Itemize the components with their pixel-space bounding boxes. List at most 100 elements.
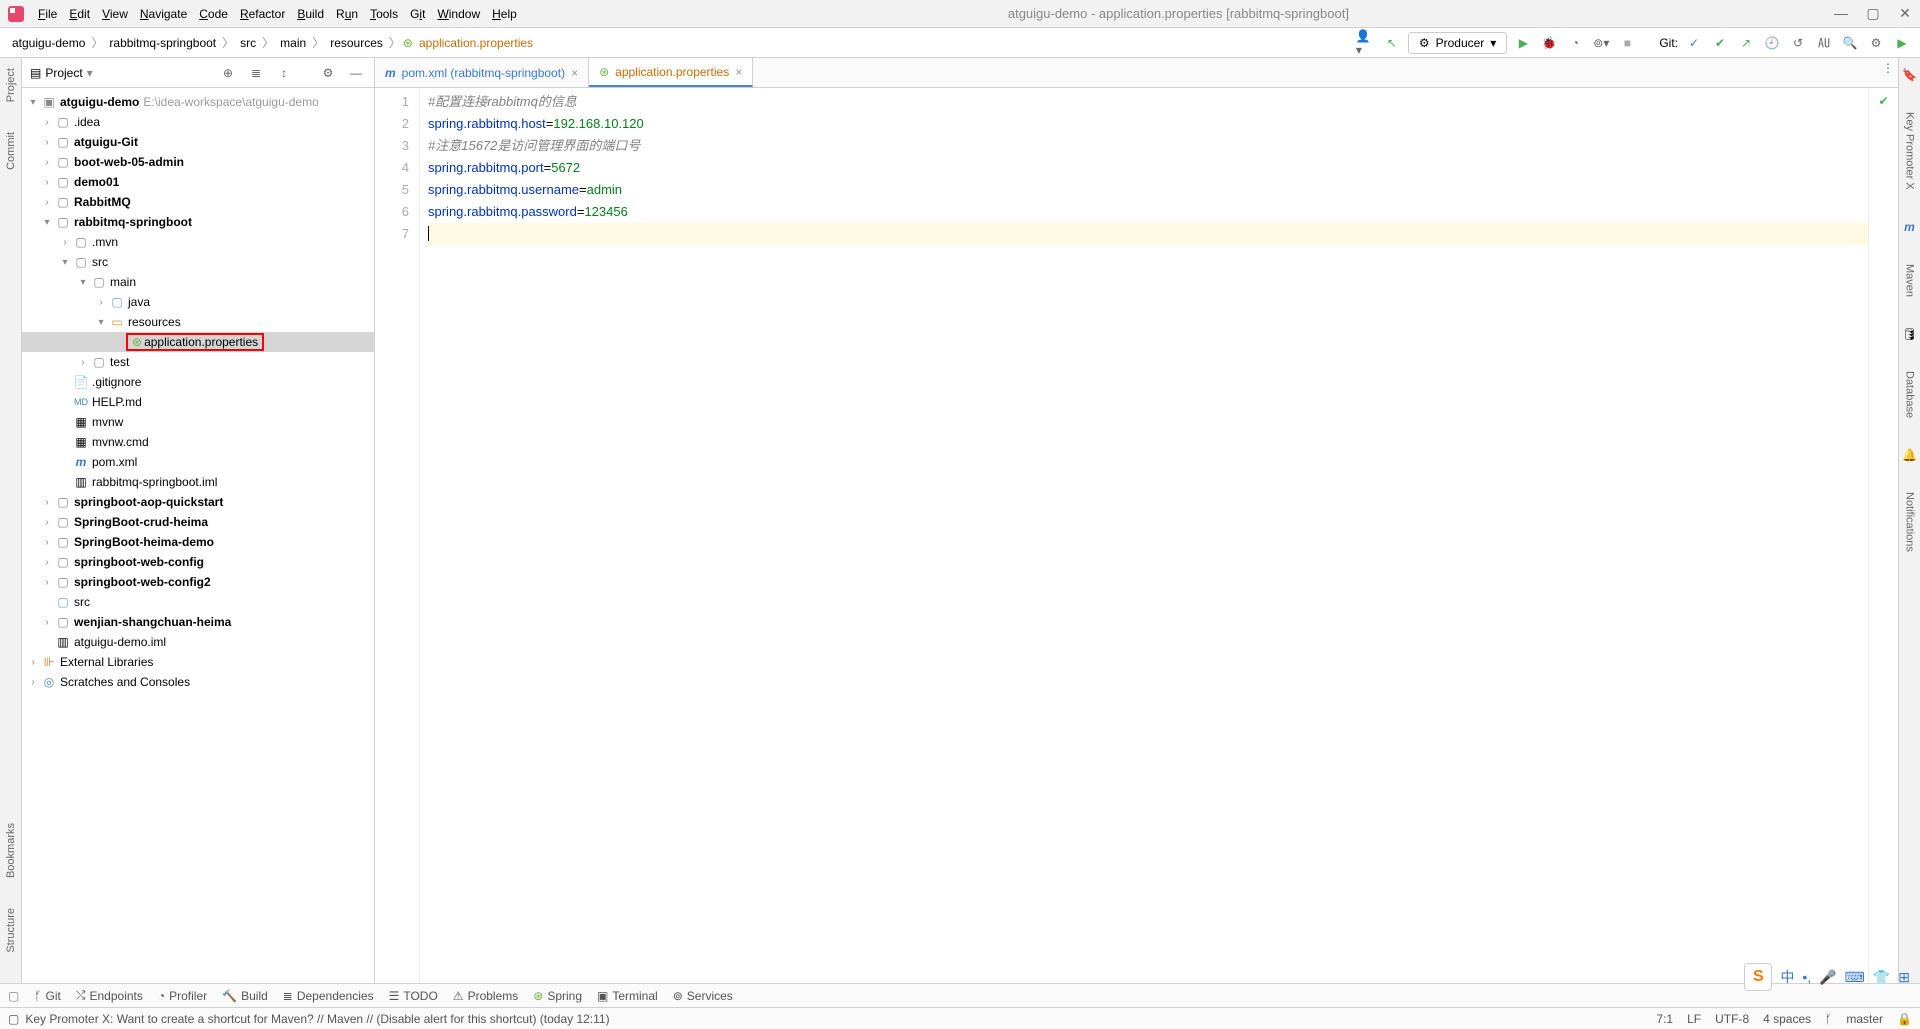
gear-icon[interactable]: ⚙ xyxy=(318,63,338,83)
sogou-icon[interactable]: S xyxy=(1744,963,1772,991)
close-icon[interactable]: × xyxy=(571,66,578,80)
crumb-main[interactable]: main xyxy=(276,36,310,50)
crumb-src[interactable]: src xyxy=(236,36,260,50)
bb-todo[interactable]: ☰TODO xyxy=(389,989,438,1003)
tab-more-icon[interactable]: ⋮ xyxy=(1878,58,1898,78)
profile-icon[interactable]: ⊚▾ xyxy=(1591,33,1611,53)
collapse-icon[interactable]: ↕ xyxy=(274,63,294,83)
tree-gitignore[interactable]: 📄.gitignore xyxy=(22,372,374,392)
tray-grid-icon[interactable]: ⊞ xyxy=(1898,969,1910,986)
maven-icon[interactable]: m xyxy=(1904,220,1915,234)
rail-notifications[interactable]: Notifications xyxy=(1904,492,1916,552)
close-button[interactable]: ✕ xyxy=(1898,5,1912,22)
menu-code[interactable]: Code xyxy=(193,7,234,21)
tree-webconfig2[interactable]: ›▢springboot-web-config2 xyxy=(22,572,374,592)
bookmark-icon[interactable]: 🔖 xyxy=(1902,68,1917,82)
bb-deps[interactable]: ≣Dependencies xyxy=(283,989,374,1003)
bell-icon[interactable]: 🔔 xyxy=(1902,448,1917,462)
status-indent[interactable]: 4 spaces xyxy=(1763,1012,1811,1026)
tree-mvnw[interactable]: ▦mvnw xyxy=(22,412,374,432)
tree-webconfig[interactable]: ›▢springboot-web-config xyxy=(22,552,374,572)
tree-aop[interactable]: ›▢springboot-aop-quickstart xyxy=(22,492,374,512)
status-branch[interactable]: master xyxy=(1846,1012,1883,1026)
crumb-module[interactable]: rabbitmq-springboot xyxy=(105,36,220,50)
tab-app-props[interactable]: ⊛application.properties× xyxy=(589,58,753,87)
lock-icon[interactable]: 🔒 xyxy=(1897,1012,1912,1026)
editor[interactable]: 1234567 #配置连接rabbitmq的信息 spring.rabbitmq… xyxy=(375,88,1898,983)
menu-edit[interactable]: Edit xyxy=(63,7,96,21)
bb-problems[interactable]: ⚠Problems xyxy=(453,989,518,1003)
bb-build[interactable]: 🔨Build xyxy=(222,989,268,1003)
tree-idea[interactable]: ›▢.idea xyxy=(22,112,374,132)
tree-demo01[interactable]: ›▢demo01 xyxy=(22,172,374,192)
tree-atguigu-git[interactable]: ›▢atguigu-Git xyxy=(22,132,374,152)
rail-project[interactable]: Project xyxy=(5,68,17,102)
hide-icon[interactable]: — xyxy=(346,63,366,83)
menu-tools[interactable]: Tools xyxy=(364,7,404,21)
git-history-icon[interactable]: 🕘 xyxy=(1762,33,1782,53)
rail-structure[interactable]: Structure xyxy=(5,908,17,953)
bb-services[interactable]: ⊚Services xyxy=(673,989,733,1003)
crumb-project[interactable]: atguigu-demo xyxy=(8,36,89,50)
git-commit-icon[interactable]: ✔ xyxy=(1710,33,1730,53)
tree-wenjian[interactable]: ›▢wenjian-shangchuan-heima xyxy=(22,612,374,632)
tree-rabbitmq-mod[interactable]: ›▢RabbitMQ xyxy=(22,192,374,212)
search-icon[interactable]: 🔍 xyxy=(1840,33,1860,53)
tree-resources[interactable]: ▾▭resources xyxy=(22,312,374,332)
tree-app-props[interactable]: ⊛ application.properties xyxy=(22,332,374,352)
menu-refactor[interactable]: Refactor xyxy=(234,7,291,21)
git-update-icon[interactable]: ✓ xyxy=(1684,33,1704,53)
status-icon[interactable]: ▢ xyxy=(8,1012,19,1026)
maximize-button[interactable]: ▢ xyxy=(1866,5,1880,22)
crumb-resources[interactable]: resources xyxy=(326,36,387,50)
target-icon[interactable]: ⊕ xyxy=(218,63,238,83)
tree-ext-lib[interactable]: ›⊪External Libraries xyxy=(22,652,374,672)
git-push-icon[interactable]: ↗ xyxy=(1736,33,1756,53)
settings-icon[interactable]: ⚙ xyxy=(1866,33,1886,53)
menu-file[interactable]: File xyxy=(32,7,63,21)
tree-java[interactable]: ›▢java xyxy=(22,292,374,312)
tree-src[interactable]: ▾▢src xyxy=(22,252,374,272)
tree-mvnwcmd[interactable]: ▦mvnw.cmd xyxy=(22,432,374,452)
tray-cn-icon[interactable]: 中 xyxy=(1780,967,1794,987)
minimize-button[interactable]: — xyxy=(1834,5,1848,22)
tree-rabbitmq-sb[interactable]: ▾▢rabbitmq-springboot xyxy=(22,212,374,232)
bb-profiler[interactable]: ◔Profiler xyxy=(158,989,207,1003)
status-enc[interactable]: UTF-8 xyxy=(1715,1012,1749,1026)
tree-scratch[interactable]: ›◎Scratches and Consoles xyxy=(22,672,374,692)
rail-bookmarks[interactable]: Bookmarks xyxy=(5,823,17,878)
rail-keypromoter[interactable]: Key Promoter X xyxy=(1904,112,1916,190)
database-icon[interactable]: 🛢 xyxy=(1902,327,1917,341)
rail-commit[interactable]: Commit xyxy=(5,132,17,170)
stop-icon[interactable]: ■ xyxy=(1617,33,1637,53)
tree-test[interactable]: ›▢test xyxy=(22,352,374,372)
project-tree[interactable]: ▾▣atguigu-demoE:\idea-workspace\atguigu-… xyxy=(22,88,374,983)
tray-shirt-icon[interactable]: 👕 xyxy=(1873,969,1890,986)
back-icon[interactable]: ↖ xyxy=(1382,33,1402,53)
tree-heima[interactable]: ›▢SpringBoot-heima-demo xyxy=(22,532,374,552)
menu-navigate[interactable]: Navigate xyxy=(134,7,193,21)
status-lf[interactable]: LF xyxy=(1687,1012,1701,1026)
bb-git[interactable]: ᚶGit xyxy=(34,989,61,1003)
tree-crud[interactable]: ›▢SpringBoot-crud-heima xyxy=(22,512,374,532)
crumb-file[interactable]: application.properties xyxy=(415,36,537,50)
rail-maven[interactable]: Maven xyxy=(1904,264,1916,297)
coverage-icon[interactable]: ◔ xyxy=(1565,33,1585,53)
tree-help[interactable]: MDHELP.md xyxy=(22,392,374,412)
bb-endpoints[interactable]: ⤭Endpoints xyxy=(76,988,143,1003)
rail-database[interactable]: Database xyxy=(1904,371,1916,418)
code[interactable]: #配置连接rabbitmq的信息 spring.rabbitmq.host=19… xyxy=(420,88,1868,983)
tree-bootweb[interactable]: ›▢boot-web-05-admin xyxy=(22,152,374,172)
translate-icon[interactable]: ㍳ xyxy=(1814,33,1834,53)
tree-iml[interactable]: ▥rabbitmq-springboot.iml xyxy=(22,472,374,492)
tree-demo-iml[interactable]: ▥atguigu-demo.iml xyxy=(22,632,374,652)
menu-help[interactable]: Help xyxy=(486,7,523,21)
tray-mic-icon[interactable]: 🎤 xyxy=(1819,969,1836,986)
git-rollback-icon[interactable]: ↺ xyxy=(1788,33,1808,53)
play-icon[interactable]: ▶ xyxy=(1892,33,1912,53)
close-icon[interactable]: × xyxy=(735,65,742,79)
menu-build[interactable]: Build xyxy=(291,7,330,21)
menu-view[interactable]: View xyxy=(96,7,134,21)
tray-kbd-icon[interactable]: ⌨ xyxy=(1845,969,1865,986)
ok-check-icon[interactable]: ✔ xyxy=(1878,94,1888,108)
